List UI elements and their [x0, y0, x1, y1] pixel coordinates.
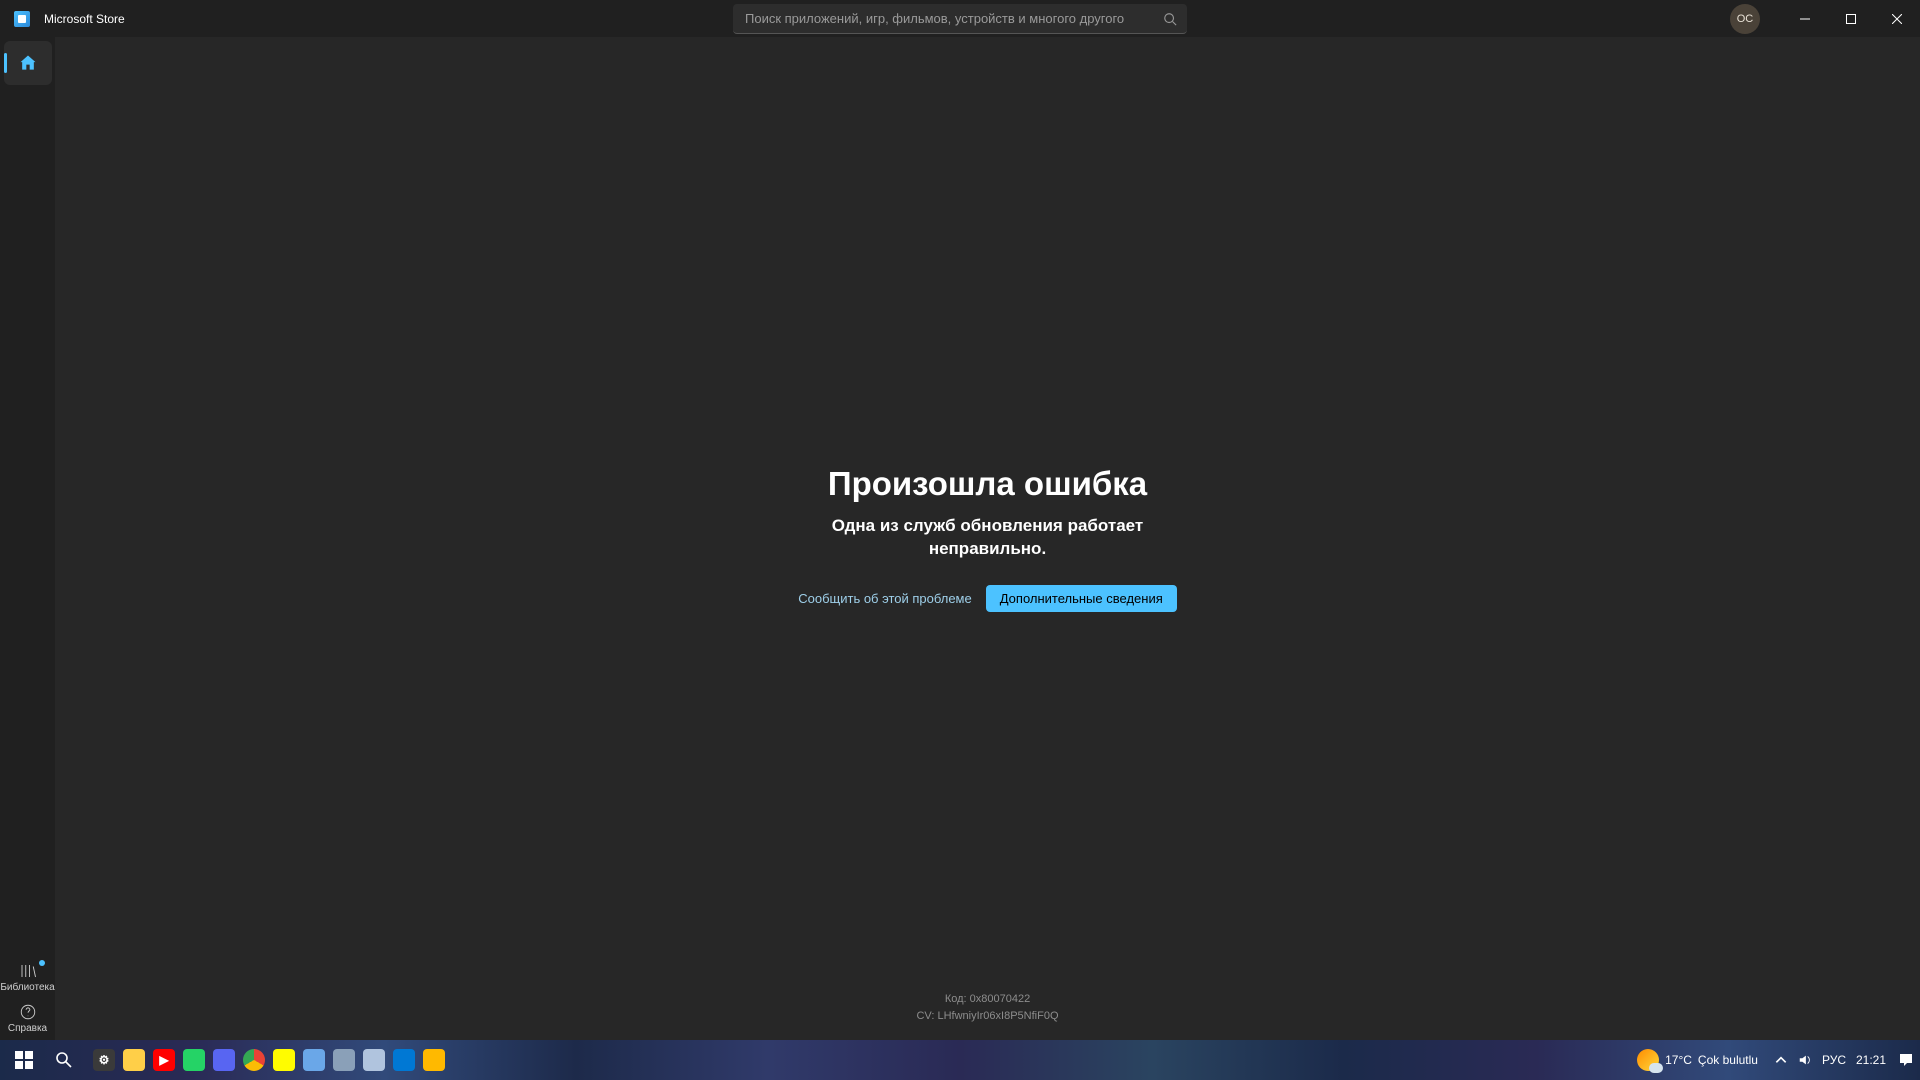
tb-app-discord[interactable] [210, 1040, 238, 1080]
search-input[interactable] [733, 4, 1187, 34]
home-icon [18, 53, 38, 73]
error-code: Код: 0x80070422 [55, 991, 1920, 1009]
taskbar-search-button[interactable] [44, 1040, 84, 1080]
tb-app-generic3[interactable] [360, 1040, 388, 1080]
taskbar: ⚙ ▶ 17°C Çok bulutlu РУС 21:21 [0, 1040, 1920, 1080]
error-subtitle-line1: Одна из служб обновления работает [832, 516, 1143, 535]
search-wrap [733, 4, 1187, 34]
titlebar: Microsoft Store OC [0, 0, 1920, 37]
report-problem-link[interactable]: Сообщить об этой проблеме [798, 591, 971, 606]
nav-library-label: Библиотека [0, 982, 54, 993]
weather-desc: Çok bulutlu [1698, 1053, 1758, 1067]
error-title: Произошла ошибка [828, 465, 1147, 503]
windows-icon [15, 1051, 33, 1069]
action-center-button[interactable] [1896, 1052, 1916, 1068]
nav-help-label: Справка [8, 1023, 47, 1034]
error-actions: Сообщить об этой проблеме Дополнительные… [798, 585, 1177, 612]
taskbar-weather[interactable]: 17°C Çok bulutlu [1637, 1049, 1758, 1071]
tb-app-chrome[interactable] [240, 1040, 268, 1080]
tb-app-youtube[interactable]: ▶ [150, 1040, 178, 1080]
store-app-icon [14, 11, 30, 27]
content-area: Произошла ошибка Одна из служб обновлени… [55, 37, 1920, 1040]
search-icon [1163, 12, 1177, 26]
tb-app-generic2[interactable] [330, 1040, 358, 1080]
error-cv: CV: LHfwniyIr06xI8P5NfiF0Q [55, 1008, 1920, 1026]
volume-icon [1798, 1053, 1812, 1067]
sidebar: Библиотека Справка [0, 37, 55, 1040]
app-title: Microsoft Store [44, 12, 125, 26]
tb-app-generic1[interactable] [300, 1040, 328, 1080]
notification-icon [1898, 1052, 1914, 1068]
library-icon [19, 962, 37, 980]
error-subtitle-line2: неправильно. [929, 539, 1046, 558]
library-notification-dot [39, 960, 45, 966]
close-button[interactable] [1874, 4, 1920, 34]
tb-app-settings[interactable]: ⚙ [90, 1040, 118, 1080]
search-icon [55, 1051, 73, 1069]
profile-avatar[interactable]: OC [1730, 4, 1760, 34]
tb-app-explorer[interactable] [120, 1040, 148, 1080]
more-info-button[interactable]: Дополнительные сведения [986, 585, 1177, 612]
help-icon [19, 1003, 37, 1021]
system-tray[interactable]: РУС [1774, 1053, 1846, 1067]
start-button[interactable] [4, 1040, 44, 1080]
tray-language[interactable]: РУС [1822, 1053, 1846, 1067]
maximize-button[interactable] [1828, 4, 1874, 34]
chevron-up-icon [1774, 1053, 1788, 1067]
taskbar-clock[interactable]: 21:21 [1854, 1053, 1888, 1067]
nav-home[interactable] [4, 41, 52, 85]
error-codes: Код: 0x80070422 CV: LHfwniyIr06xI8P5NfiF… [55, 991, 1920, 1026]
nav-help[interactable]: Справка [0, 999, 55, 1034]
nav-library[interactable]: Библиотека [0, 958, 55, 993]
minimize-button[interactable] [1782, 4, 1828, 34]
taskbar-apps: ⚙ ▶ [90, 1040, 448, 1080]
weather-icon [1637, 1049, 1659, 1071]
tb-app-whatsapp[interactable] [180, 1040, 208, 1080]
tb-app-store[interactable] [420, 1040, 448, 1080]
tb-app-photos[interactable] [390, 1040, 418, 1080]
error-subtitle: Одна из служб обновления работает неправ… [832, 515, 1143, 561]
weather-temp: 17°C [1665, 1053, 1692, 1067]
tb-app-snapchat[interactable] [270, 1040, 298, 1080]
